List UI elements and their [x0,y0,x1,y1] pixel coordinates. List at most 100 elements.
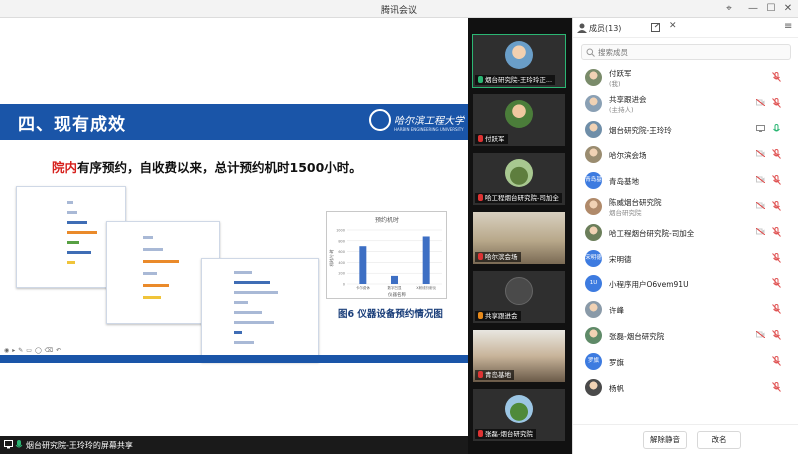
member-row[interactable]: 1U 小程序用户O6vem91U [573,272,798,294]
members-footer: 解除静音 改名 [573,424,798,454]
video-tile[interactable]: 付跃军 [473,94,565,146]
member-row[interactable]: 陈威烟台研究院 烟台研究院 [573,195,798,217]
share-owner-label: 烟台研究院-王玲玲的屏幕共享 [26,441,133,450]
chart-bar [391,275,398,284]
avatar [585,146,602,164]
avatar [505,277,533,305]
maximize-icon[interactable]: ☐ [764,2,778,16]
member-name: 哈工程烟台研究院-司加全 [609,228,695,238]
mini-chart-3 [201,258,319,362]
rename-button[interactable]: 改名 [697,431,741,449]
chart-caption: 图6 仪器设备预约情况图 [338,309,443,320]
chart-y-tick-label: 0 [343,283,345,287]
member-name: 张磊-烟台研究院 [609,332,665,341]
mic-on-icon[interactable] [772,123,781,134]
avatar [585,378,602,396]
video-tile[interactable]: 共享跟进会 [473,271,565,323]
member-row[interactable]: 宋明德 宋明德 [573,247,798,269]
mic-muted-icon[interactable] [772,97,781,108]
minimize-icon[interactable]: — [746,2,760,16]
mic-muted-icon[interactable] [772,381,781,392]
mic-muted-icon[interactable] [772,304,781,315]
camera-off-icon[interactable] [756,227,765,235]
avatar [585,94,602,112]
search-input[interactable] [598,46,786,58]
avatar [585,198,602,215]
search-icon [586,48,595,57]
screen-share-area: 四、现有成效 哈尔滨工程大学 HARBIN ENGINEERING UNIVER… [0,18,468,454]
share-status-bar: 烟台研究院-王玲玲的屏幕共享 [0,436,468,454]
chart-x-tick-label: 卡尔费休 [356,285,370,290]
member-row[interactable]: 张磊-烟台研究院 [573,324,798,346]
mic-muted-icon[interactable] [772,278,781,289]
chart-bar [359,246,367,284]
video-tile[interactable]: 张磊-烟台研究院 [473,389,565,441]
members-panel: 成员(13) ✕ ≡ 付跃军(我) 共享跟进会(主持人) 烟台研究院-王玲玲哈尔滨会… [572,18,798,454]
member-row[interactable]: 付跃军 (我) [573,66,798,88]
video-tile[interactable]: 哈工程烟台研究院-司加全 [473,153,565,205]
unmute-button[interactable]: 解除静音 [643,431,687,449]
members-icon [577,23,587,33]
member-role: 烟台研究院 [609,209,642,217]
close-panel-icon[interactable]: ✕ [669,21,677,31]
mic-muted-icon[interactable] [772,201,781,211]
camera-off-icon[interactable] [756,202,765,209]
pin-icon[interactable]: ⌖ [722,2,736,16]
members-title: 成员(13) [589,24,622,33]
video-tile-label: 共享跟进会 [475,311,521,321]
member-row[interactable]: 罗旗 罗旗 [573,350,798,372]
member-row[interactable]: 烟台研究院-王玲玲 [573,118,798,140]
video-tile[interactable]: 青岛基地 [473,330,565,382]
camera-off-icon[interactable] [756,331,765,338]
window-title: 腾讯会议 [380,6,417,16]
member-row[interactable]: 共享跟进会 (主持人) [573,92,798,114]
member-row[interactable]: 哈尔滨会场 [573,143,798,165]
chart-y-axis-label: 机时/小时 [328,249,334,266]
slide-bottom-band [0,355,468,363]
video-tile-label: 哈工程烟台研究院-司加全 [475,193,562,203]
slide-subtitle: 院内有序预约，自收费以来，总计预约机时1500小时。 [52,157,362,176]
mic-muted-icon[interactable] [772,72,781,82]
popout-icon[interactable] [651,23,660,32]
avatar [505,41,533,69]
member-row[interactable]: 许峰 [573,298,798,320]
avatar [585,327,602,344]
avatar: 1U [585,275,602,293]
chart-bar [422,236,430,284]
mic-on-icon [15,440,23,448]
member-role: (主持人) [609,105,634,114]
video-tile[interactable]: 哈尔滨会场 [473,212,565,264]
member-row[interactable]: 哈工程烟台研究院-司加全 [573,221,798,243]
member-search[interactable] [581,44,791,60]
avatar [505,159,533,187]
camera-off-icon[interactable] [756,150,765,158]
video-tile[interactable]: 烟台研究院-王玲玲正... [472,34,566,88]
mic-muted-icon[interactable] [772,149,781,160]
avatar [585,301,602,319]
members-panel-header: 成员(13) ✕ ≡ [573,18,798,38]
subtitle-highlight: 院内 [52,160,78,175]
subtitle-text: 有序预约，自收费以来，总计预约机时1500小时。 [77,160,362,175]
title-bar: 腾讯会议 ⌖ — ☐ ✕ [0,0,798,18]
camera-off-icon[interactable] [756,176,765,184]
video-strip[interactable]: 烟台研究院-王玲玲正... 付跃军 哈工程烟台研究院-司加全 哈尔滨会场 共享跟… [468,18,572,454]
mic-muted-icon [478,430,483,437]
mic-muted-icon[interactable] [772,252,781,263]
slide-heading: 四、现有成效 [18,115,126,135]
mic-muted-icon[interactable] [772,330,781,340]
camera-off-icon[interactable] [756,98,765,106]
avatar: 宋明德 [585,249,602,267]
member-row[interactable]: 杨帆 [573,376,798,398]
member-name: 杨帆 [609,383,624,393]
mic-muted-icon[interactable] [772,175,781,186]
close-icon[interactable]: ✕ [781,2,795,16]
mic-muted-icon [478,194,483,201]
university-name: 哈尔滨工程大学 [394,116,464,127]
member-row[interactable]: 青岛基地青岛基地 [573,169,798,191]
avatar [585,69,602,86]
menu-icon[interactable]: ≡ [784,21,792,32]
mic-muted-icon[interactable] [772,355,781,366]
mic-muted-icon[interactable] [772,226,781,237]
host-icon [478,312,483,319]
member-name: 许峰 [609,306,624,316]
